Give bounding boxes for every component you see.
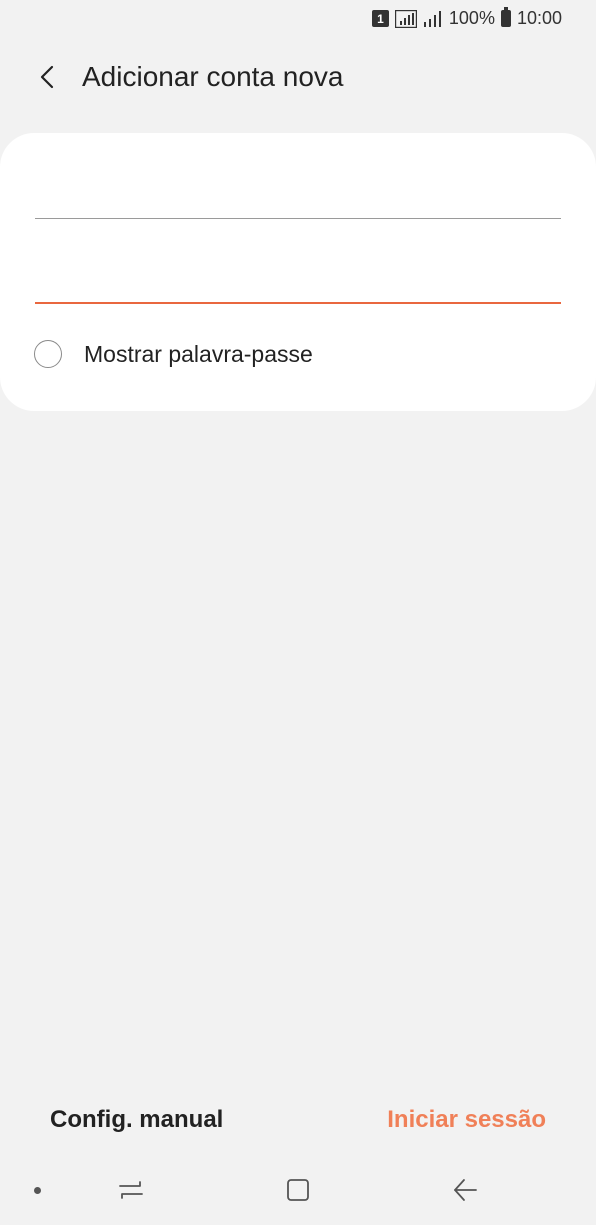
signal-icon [394, 9, 417, 28]
signal-bars-icon [423, 10, 441, 27]
navigation-bar [0, 1160, 596, 1220]
bottom-actions: Config. manual Iniciar sessão [0, 1098, 596, 1148]
nav-dot[interactable] [34, 1187, 41, 1194]
show-password-toggle[interactable]: Mostrar palavra-passe [34, 340, 313, 368]
app-bar: Adicionar conta nova [0, 52, 596, 102]
battery-percent: 100% [448, 8, 495, 28]
sign-in-button[interactable]: Iniciar sessão [387, 1106, 546, 1134]
home-icon [287, 1179, 309, 1201]
recents-icon [119, 1181, 143, 1199]
nav-back-button[interactable] [447, 1172, 483, 1208]
recents-button[interactable] [113, 1172, 149, 1208]
clock: 10:00 [516, 8, 562, 28]
show-password-checkbox[interactable] [34, 340, 62, 368]
back-button[interactable] [22, 52, 72, 102]
status-icons: 1 100% 10:00 [371, 7, 562, 29]
show-password-label: Mostrar palavra-passe [84, 340, 313, 367]
back-arrow-icon [454, 1179, 477, 1201]
sim-icon: 1 [371, 10, 389, 27]
status-bar: 1 100% 10:00 [0, 0, 596, 36]
page-title: Adicionar conta nova [82, 61, 344, 92]
password-field[interactable] [35, 242, 561, 304]
home-button[interactable] [280, 1172, 316, 1208]
manual-setup-button[interactable]: Config. manual [50, 1106, 223, 1134]
battery-icon [500, 7, 511, 27]
email-field[interactable] [35, 158, 561, 219]
chevron-left-icon [40, 65, 54, 89]
